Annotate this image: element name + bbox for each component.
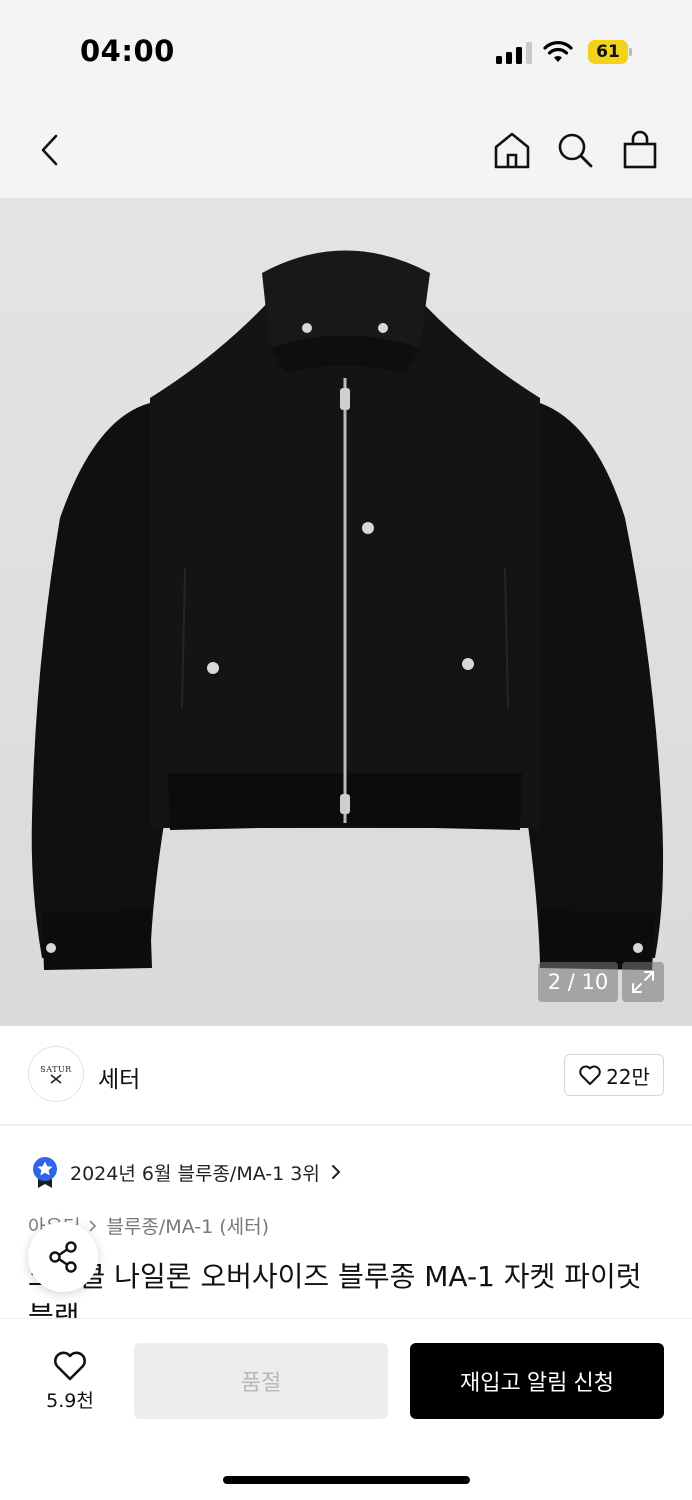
- product-image[interactable]: [0, 198, 692, 1026]
- home-icon: [494, 132, 530, 169]
- bag-icon: [623, 130, 657, 169]
- image-counter: 2 / 10: [538, 962, 618, 1002]
- chevron-right-icon: [331, 1165, 341, 1179]
- status-bar: 04:00 61: [0, 0, 692, 100]
- restock-alert-button[interactable]: 재입고 알림 신청: [410, 1343, 664, 1419]
- brand-name[interactable]: 세터: [98, 1060, 140, 1094]
- share-icon: [49, 1241, 77, 1273]
- brand-row: SATUR 세터 22만: [0, 1026, 692, 1126]
- expand-image-button[interactable]: [622, 962, 664, 1002]
- brand-logo-text: SATUR: [40, 1064, 72, 1074]
- battery-level: 61: [588, 40, 628, 64]
- bottom-bar: 5.9천 품절 재입고 알림 신청: [0, 1318, 692, 1500]
- search-button[interactable]: [551, 126, 599, 174]
- share-button[interactable]: [28, 1222, 98, 1292]
- brand-logo[interactable]: SATUR: [28, 1046, 84, 1102]
- chevron-right-icon: [89, 1219, 97, 1232]
- cart-button[interactable]: [616, 126, 664, 174]
- ranking-text: 2024년 6월 블루종/MA-1 3위: [70, 1162, 320, 1185]
- wifi-icon: [543, 41, 573, 62]
- ranking-badge-icon: [33, 1157, 57, 1188]
- chevron-left-icon: [41, 134, 58, 166]
- brand-emblem-icon: [50, 1073, 62, 1084]
- home-indicator: [223, 1476, 470, 1484]
- heart-icon: [54, 1351, 86, 1380]
- breadcrumb-subcategory[interactable]: 블루종/MA-1 (세터): [106, 1212, 269, 1239]
- jacket-image: [31, 250, 664, 970]
- wishlist-count: 5.9천: [46, 1389, 94, 1412]
- signal-icon: [496, 42, 532, 64]
- expand-icon: [632, 971, 654, 993]
- ranking-link[interactable]: 2024년 6월 블루종/MA-1 3위: [30, 1155, 342, 1189]
- wishlist-button[interactable]: 5.9천: [28, 1341, 112, 1421]
- search-icon: [558, 133, 593, 168]
- battery-icon: 61: [588, 40, 632, 64]
- heart-icon: [579, 1065, 601, 1085]
- brand-like-count: 22만: [606, 1064, 650, 1089]
- status-time: 04:00: [80, 34, 175, 68]
- back-button[interactable]: [26, 126, 74, 174]
- soldout-button: 품절: [134, 1343, 388, 1419]
- nav-bar: [0, 100, 692, 198]
- brand-like-button[interactable]: 22만: [564, 1054, 664, 1096]
- home-button[interactable]: [488, 126, 536, 174]
